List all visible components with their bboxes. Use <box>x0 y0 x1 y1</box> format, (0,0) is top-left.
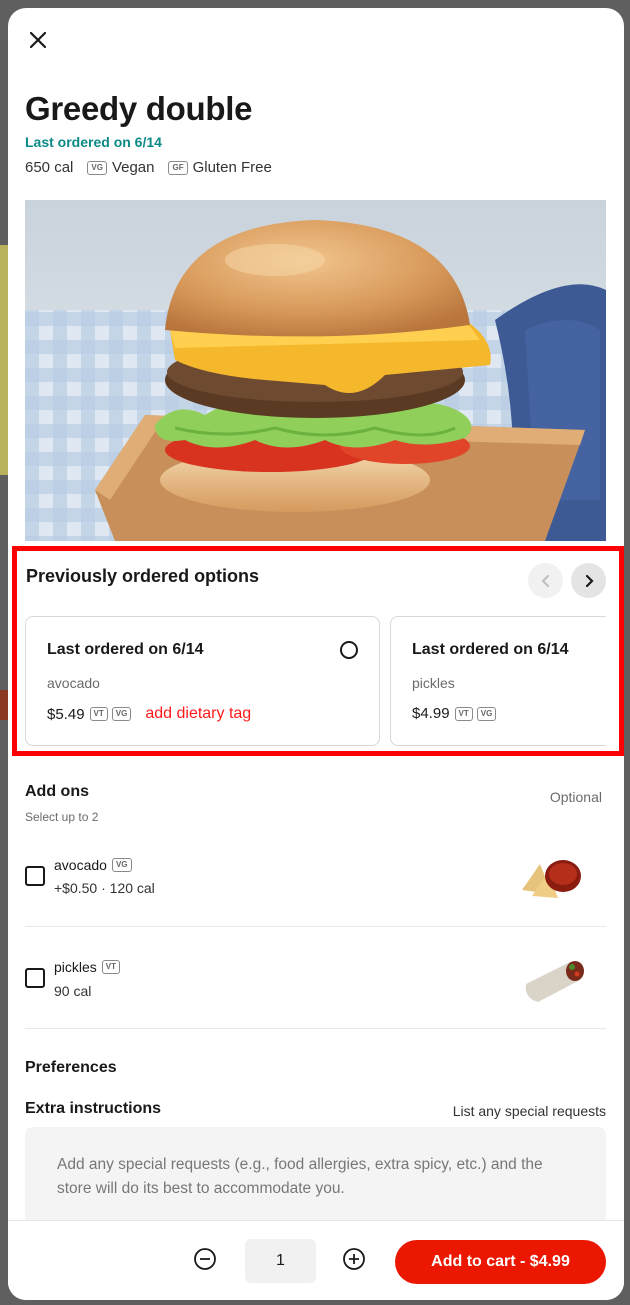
option-card-title: Last ordered on 6/14 <box>47 641 204 658</box>
add-to-cart-button[interactable]: Add to cart - $4.99 <box>395 1240 606 1284</box>
chevron-left-icon <box>541 574 549 587</box>
optional-label: Optional <box>549 789 602 805</box>
minus-circle-icon <box>194 1248 216 1270</box>
dietary-tag: VG <box>111 858 132 872</box>
extra-instructions-title: Extra instructions <box>25 1100 162 1117</box>
item-meta: 650 cal VG Vegan GF Gluten Free <box>25 159 286 176</box>
item-modal: Greedy double Last ordered on 6/14 650 c… <box>8 8 624 1300</box>
previous-options-title: Previously ordered options <box>26 566 260 586</box>
addon-detail: +$0.50 · 120 cal <box>54 880 155 896</box>
option-radio[interactable] <box>340 641 358 659</box>
calories: 650 cal <box>25 159 74 176</box>
carousel-next-button[interactable] <box>571 563 606 598</box>
addon-checkbox[interactable] <box>25 968 45 988</box>
dietary-vegan: VG Vegan <box>87 159 154 176</box>
dietary-tag: VT <box>454 706 473 721</box>
addon-checkbox[interactable] <box>25 866 45 886</box>
option-card-price-row: $4.99 VT VG <box>412 705 500 722</box>
dietary-tag: VT <box>89 707 108 721</box>
addon-row-avocado[interactable]: avocado VG +$0.50 · 120 cal <box>25 848 606 918</box>
addon-detail: 90 cal <box>54 983 92 999</box>
last-ordered-label: Last ordered on 6/14 <box>25 134 162 150</box>
option-card-item: pickles <box>412 675 455 691</box>
addons-subtitle: Select up to 2 <box>25 810 99 824</box>
addon-thumbnail <box>522 860 581 898</box>
extra-instructions-hint: List any special requests <box>452 1103 606 1119</box>
item-title: Greedy double <box>25 90 253 127</box>
annotation-note: add dietary tag <box>145 705 252 722</box>
preferences-title: Preferences <box>25 1059 117 1076</box>
increase-quantity-button[interactable] <box>341 1246 367 1272</box>
addon-name-row: pickles VT <box>54 959 125 975</box>
addons-title: Add ons <box>25 783 89 800</box>
cart-footer: Add to cart - $4.99 <box>8 1220 624 1300</box>
option-card-price: $5.49 <box>47 705 85 723</box>
addon-name-row: avocado VG <box>54 857 137 873</box>
dietary-label: Gluten Free <box>192 159 272 176</box>
option-card-item: avocado <box>47 675 100 691</box>
option-card-price: $4.99 <box>412 705 450 722</box>
dietary-gluten-free: GF Gluten Free <box>168 159 272 176</box>
dietary-tag: GF <box>168 160 188 175</box>
addon-name: avocado <box>54 857 107 873</box>
addon-name: pickles <box>54 959 97 975</box>
divider <box>25 1028 606 1029</box>
dietary-label: Vegan <box>111 159 155 176</box>
previous-option-card[interactable]: Last ordered on 6/14 pickles $4.99 VT VG <box>390 616 606 746</box>
chevron-right-icon <box>585 574 594 587</box>
dietary-tag: VG <box>476 706 497 721</box>
dietary-tag: VG <box>111 707 132 721</box>
dietary-tag: VT <box>101 960 121 974</box>
addon-thumbnail <box>525 961 584 1002</box>
divider <box>25 926 606 927</box>
option-card-price-row: $5.49 VT VG add dietary tag <box>47 705 251 723</box>
addon-row-pickles[interactable]: pickles VT 90 cal <box>25 950 606 1020</box>
decrease-quantity-button[interactable] <box>192 1246 218 1272</box>
option-card-title: Last ordered on 6/14 <box>412 641 569 658</box>
close-icon <box>29 31 47 49</box>
carousel-prev-button[interactable] <box>528 563 563 598</box>
dietary-tag: VG <box>87 160 107 175</box>
plus-circle-icon <box>343 1248 365 1270</box>
item-hero-image <box>25 200 606 541</box>
previous-option-card[interactable]: Last ordered on 6/14 avocado $5.49 VT VG… <box>25 616 380 746</box>
close-button[interactable] <box>24 26 52 54</box>
quantity-field[interactable] <box>245 1239 316 1283</box>
